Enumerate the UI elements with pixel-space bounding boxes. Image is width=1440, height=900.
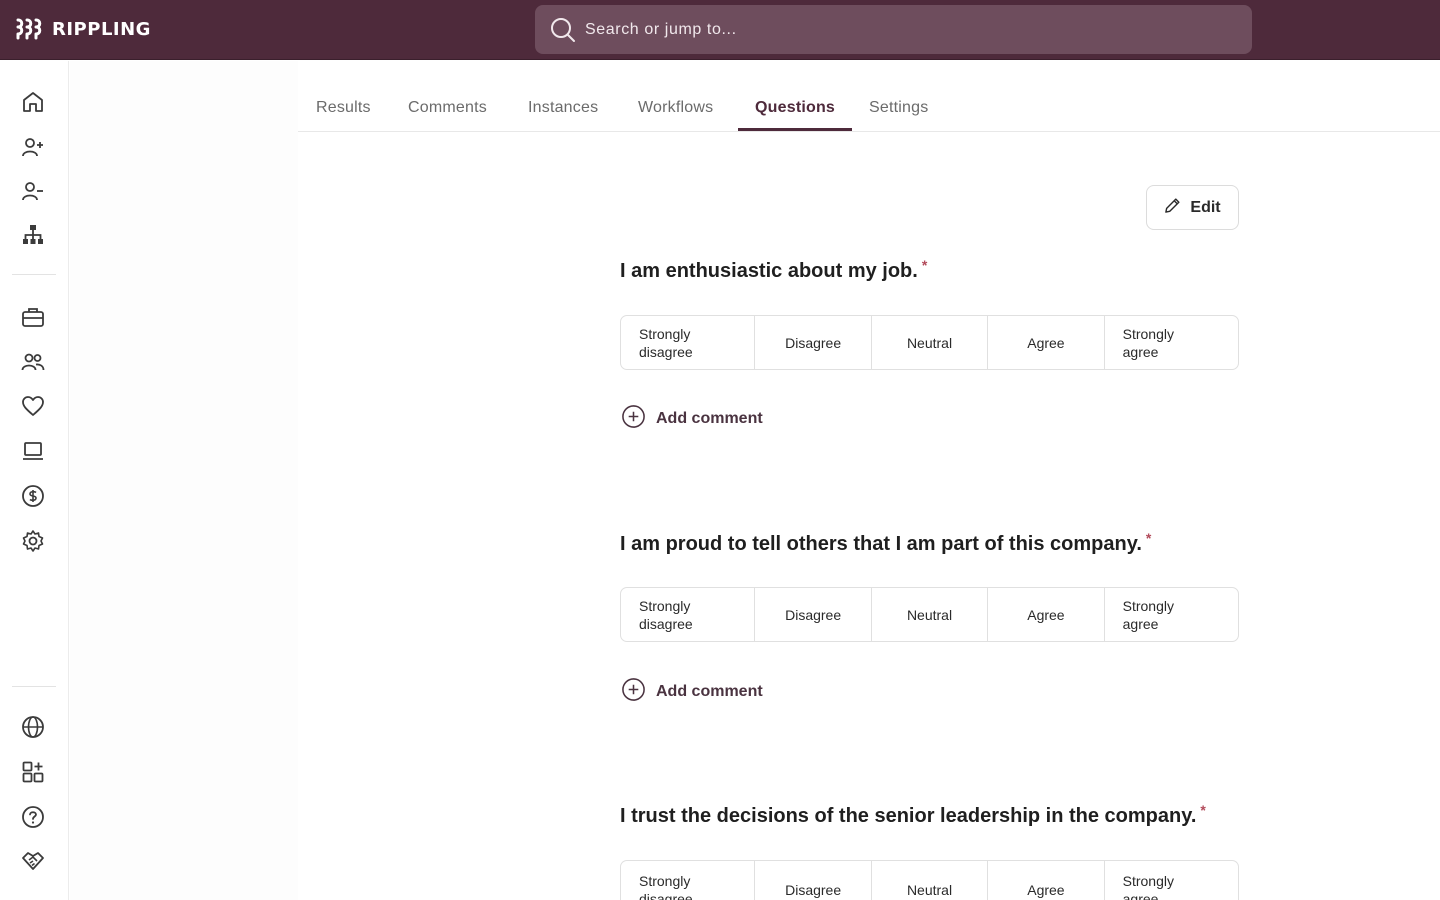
option-strongly-agree[interactable]: Strongly agree (1105, 588, 1238, 641)
side-panel (70, 61, 298, 900)
tab-workflows[interactable]: Workflows (638, 99, 713, 117)
add-person-icon[interactable] (20, 134, 46, 160)
option-agree[interactable]: Agree (988, 316, 1105, 369)
question-title: I am proud to tell others that I am part… (620, 530, 1152, 556)
option-disagree[interactable]: Disagree (755, 588, 872, 641)
edit-button[interactable]: Edit (1146, 185, 1239, 230)
question-title: I trust the decisions of the senior lead… (620, 802, 1206, 828)
question-title: I am enthusiastic about my job. * (620, 257, 928, 283)
add-comment-button[interactable]: Add comment (621, 677, 763, 707)
required-mark: * (921, 257, 928, 273)
option-strongly-agree[interactable]: Strongly agree (1105, 861, 1238, 900)
globe-icon[interactable] (20, 714, 46, 740)
dollar-icon[interactable] (20, 483, 46, 509)
nav-divider (12, 686, 56, 687)
help-icon[interactable] (20, 804, 46, 830)
left-nav (0, 61, 69, 900)
tab-comments[interactable]: Comments (408, 99, 487, 117)
required-mark: * (1200, 802, 1206, 818)
brand-name: RIPPLING (52, 18, 151, 40)
gear-icon[interactable] (20, 528, 46, 554)
search-bar[interactable] (535, 5, 1252, 54)
option-agree[interactable]: Agree (988, 861, 1105, 900)
option-label: Strongly agree (1122, 873, 1174, 900)
tab-instances[interactable]: Instances (528, 99, 598, 117)
people-icon[interactable] (20, 349, 46, 375)
search-input[interactable] (585, 20, 1185, 39)
option-label: Agree (1027, 606, 1065, 623)
required-mark: * (1145, 530, 1152, 546)
option-strongly-disagree[interactable]: Strongly disagree (621, 316, 756, 369)
option-strongly-disagree[interactable]: Strongly disagree (621, 588, 756, 641)
remove-person-icon[interactable] (20, 178, 46, 204)
option-label: Neutral (906, 606, 953, 623)
option-label: Strongly disagree (639, 325, 693, 360)
option-label: Agree (1027, 334, 1065, 351)
option-label: Disagree (785, 606, 842, 623)
option-neutral[interactable]: Neutral (872, 588, 989, 641)
option-agree[interactable]: Agree (988, 588, 1105, 641)
option-label: Neutral (906, 882, 953, 898)
question-text: I am proud to tell others that I am part… (620, 533, 1142, 555)
option-label: Agree (1027, 882, 1065, 898)
option-strongly-agree[interactable]: Strongly agree (1105, 316, 1238, 369)
option-label: Neutral (906, 334, 953, 351)
briefcase-icon[interactable] (20, 304, 46, 330)
add-comment-button[interactable]: Add comment (621, 404, 763, 434)
option-label: Strongly disagree (639, 873, 693, 900)
option-label: Disagree (785, 334, 842, 351)
likert-scale: Strongly disagree Disagree Neutral Agree… (620, 860, 1239, 900)
nav-divider (12, 274, 56, 275)
option-strongly-disagree[interactable]: Strongly disagree (621, 861, 756, 900)
org-chart-icon[interactable] (20, 222, 46, 248)
rippling-logo-icon (16, 18, 44, 40)
heart-icon[interactable] (20, 393, 46, 419)
plus-circle-icon (621, 677, 646, 707)
edit-button-label: Edit (1190, 198, 1221, 216)
question-text: I trust the decisions of the senior lead… (620, 805, 1197, 827)
search-icon (550, 17, 576, 43)
option-disagree[interactable]: Disagree (755, 861, 872, 900)
likert-scale: Strongly disagree Disagree Neutral Agree… (620, 587, 1239, 642)
option-disagree[interactable]: Disagree (755, 316, 872, 369)
option-label: Strongly agree (1122, 325, 1174, 360)
active-tab-indicator (738, 128, 852, 131)
option-label: Strongly disagree (639, 597, 693, 632)
option-neutral[interactable]: Neutral (872, 861, 989, 900)
likert-scale: Strongly disagree Disagree Neutral Agree… (620, 315, 1239, 370)
question-text: I am enthusiastic about my job. (620, 260, 918, 282)
top-bar: RIPPLING (0, 0, 1440, 60)
option-label: Disagree (785, 882, 842, 898)
add-comment-label: Add comment (656, 683, 763, 700)
tab-bar: Results Comments Instances Workflows Que… (298, 61, 1440, 132)
plus-circle-icon (621, 404, 646, 434)
tab-settings[interactable]: Settings (869, 99, 928, 117)
add-comment-label: Add comment (656, 410, 763, 427)
apps-icon[interactable] (20, 759, 46, 785)
option-neutral[interactable]: Neutral (872, 316, 989, 369)
tab-results[interactable]: Results (316, 99, 371, 117)
home-icon[interactable] (20, 89, 46, 115)
pencil-icon (1164, 197, 1181, 219)
laptop-icon[interactable] (20, 438, 46, 464)
tab-questions[interactable]: Questions (755, 99, 835, 117)
handshake-icon[interactable] (20, 848, 46, 874)
option-label: Strongly agree (1122, 597, 1174, 632)
rippling-logo[interactable]: RIPPLING (16, 17, 151, 41)
